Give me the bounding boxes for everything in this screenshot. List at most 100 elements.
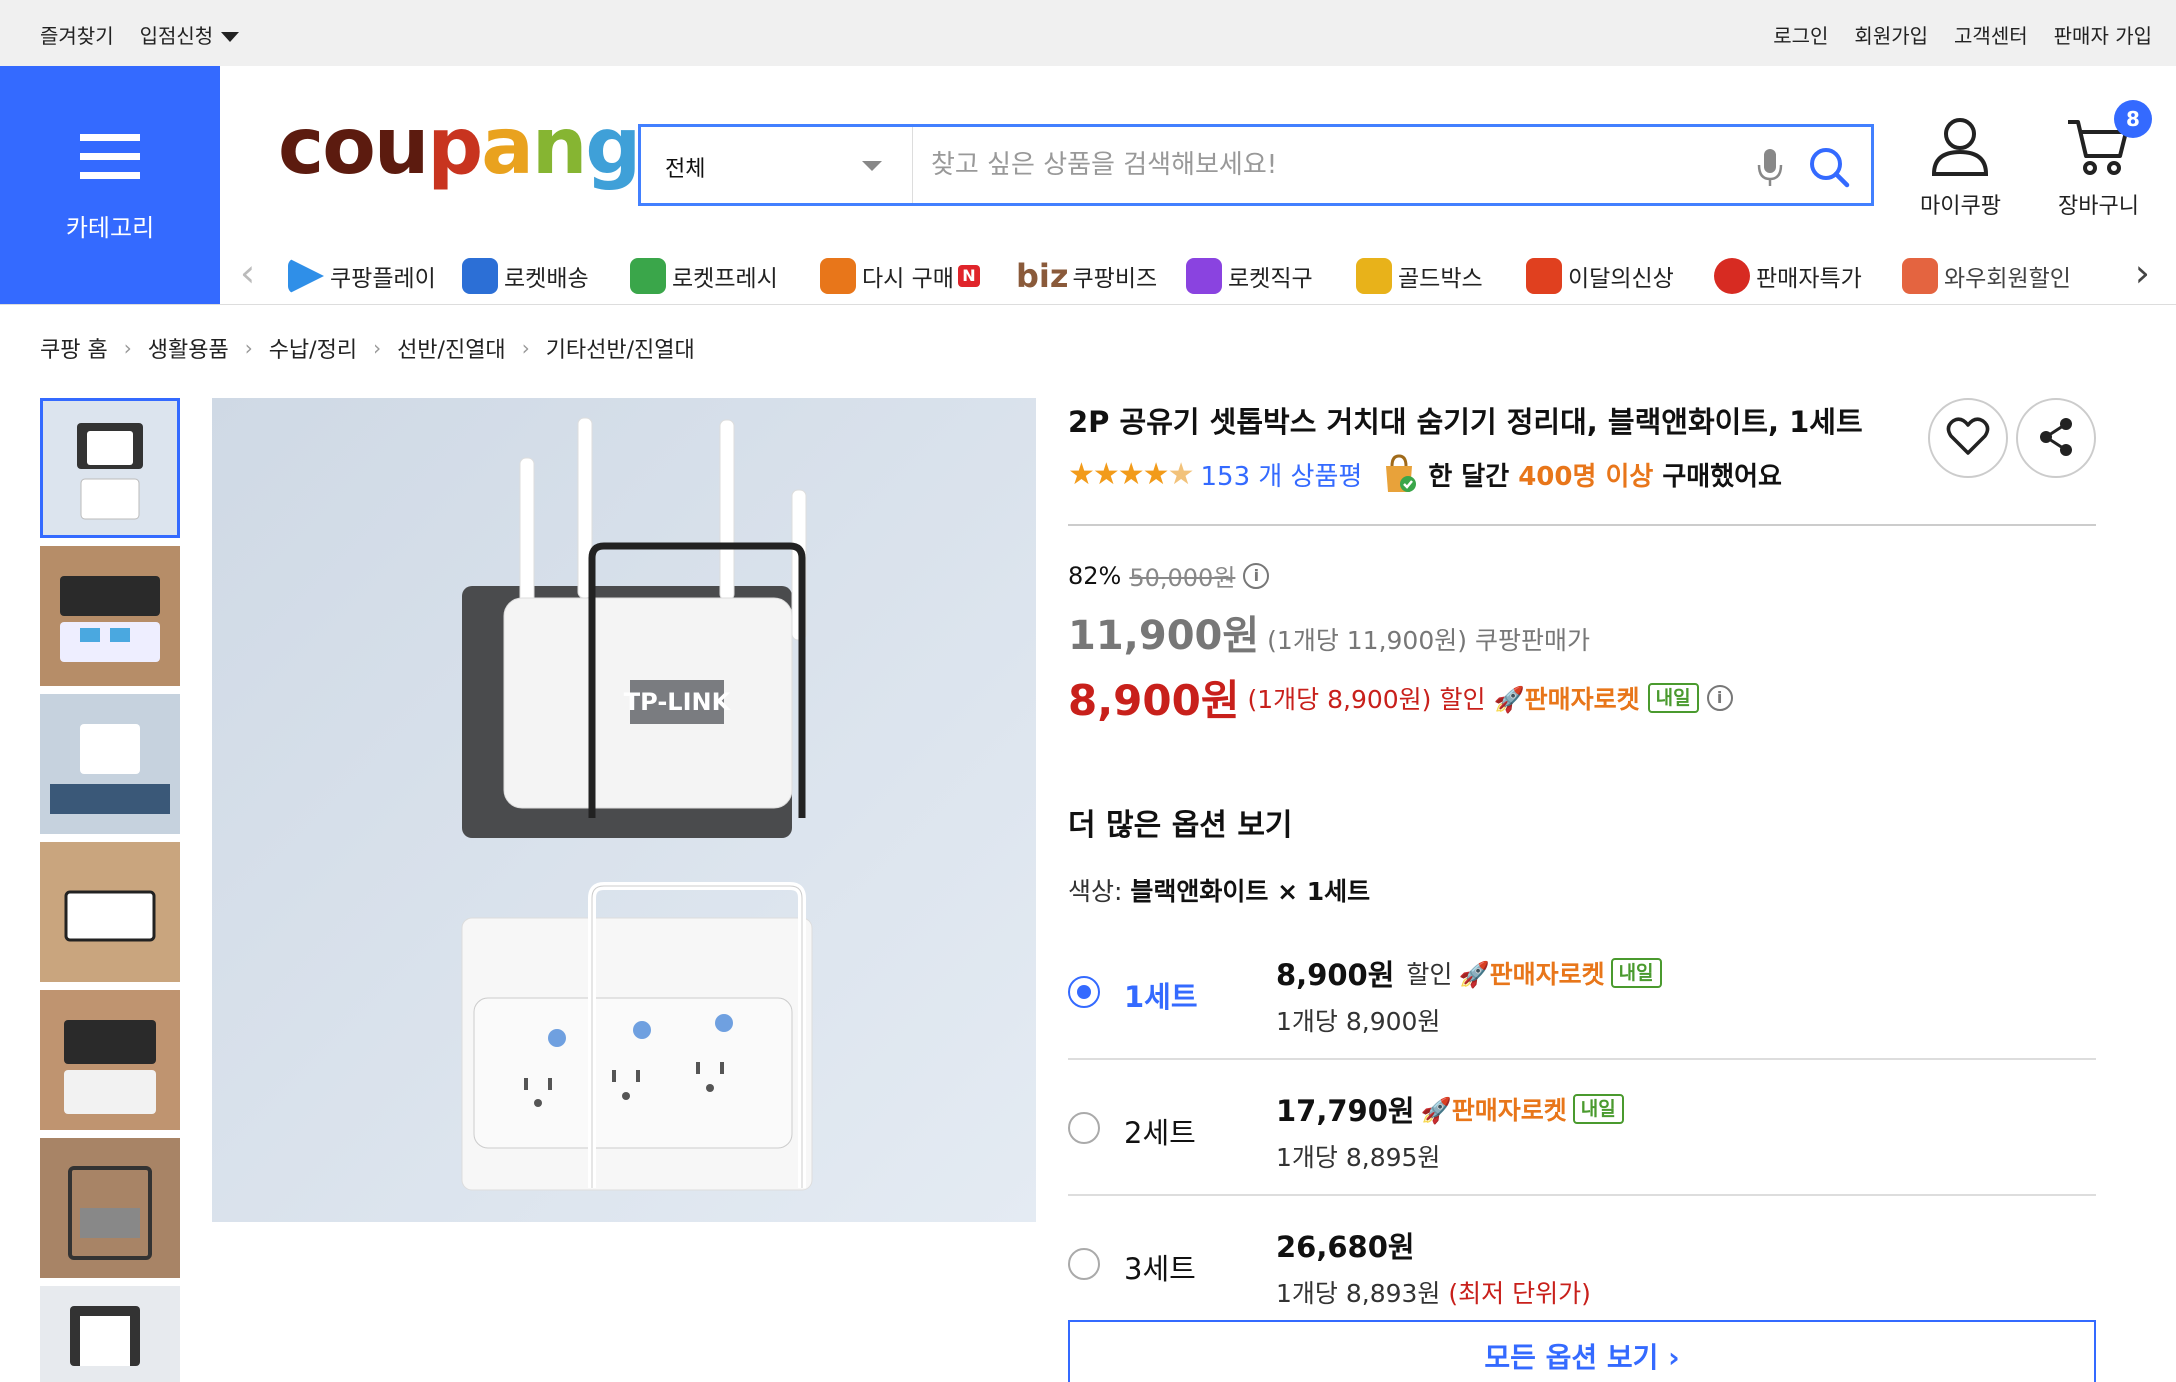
info-icon[interactable]: i (1243, 562, 1270, 589)
sale-unit-price: (1개당 8,900원) (1247, 684, 1432, 714)
catnav-item[interactable]: 판매자특가 (1714, 256, 1902, 296)
catnav-item-label: 쿠팡플레이 (330, 266, 436, 292)
breadcrumb-item[interactable]: 선반/진열대 (397, 332, 506, 364)
search-bar: 전체 (638, 124, 1874, 206)
thumbnail[interactable] (40, 694, 180, 834)
catnav-item[interactable]: 로켓직구 (1186, 256, 1356, 296)
percent-icon (1714, 258, 1750, 294)
thumbnail[interactable] (40, 1286, 180, 1382)
delivery-tomorrow-badge: 내일 (1572, 1094, 1624, 1124)
catnav-item[interactable]: 이달의신상 (1526, 256, 1714, 296)
catnav-item-label: 로켓직구 (1228, 266, 1313, 292)
rocket-icon: 🚀 (1493, 684, 1525, 714)
option-price: 17,790원 🚀판매자로켓 내일 (1276, 1088, 1624, 1130)
product-info: 2P 공유기 셋톱박스 거치대 숨기기 정리대, 블랙앤화이트, 1세트 ★★★… (1068, 398, 2096, 1332)
option-row[interactable]: 1세트 8,900원 할인 🚀판매자로켓 내일 1개당 8,900원 (1068, 924, 2096, 1060)
signup-link[interactable]: 회원가입 (1854, 20, 1928, 49)
my-coupang-label: 마이쿠팡 (1920, 194, 2001, 219)
coupang-logo[interactable]: coupang (278, 108, 641, 186)
catnav-item[interactable]: 로켓배송 (462, 256, 630, 296)
rocket-direct-icon (1186, 258, 1222, 294)
review-count-link[interactable]: 153 개 상품평 (1200, 456, 1362, 493)
my-coupang-button[interactable]: 마이쿠팡 (1920, 116, 2001, 220)
catnav-item[interactable]: 와우회원할인 (1902, 256, 2102, 296)
category-menu-button[interactable]: 카테고리 (0, 66, 220, 304)
option-row[interactable]: 3세트 26,680원 1개당 8,893원 (최저 단위가) (1068, 1196, 2096, 1332)
lowest-unit-price-label: (최저 단위가) (1448, 1279, 1591, 1308)
catnav-item-label: 골드박스 (1398, 266, 1483, 292)
thumbnail[interactable] (40, 1138, 180, 1278)
chevron-right-icon: › (123, 336, 132, 360)
chevron-right-icon: › (521, 336, 530, 360)
hamburger-icon (80, 134, 140, 180)
catnav-item[interactable]: 골드박스 (1356, 256, 1526, 296)
goldbox-icon (1356, 258, 1392, 294)
search-category-select[interactable]: 전체 (641, 127, 913, 203)
wow-icon (1902, 258, 1938, 294)
support-link[interactable]: 고객센터 (1954, 20, 2028, 49)
thumbnail-list (40, 398, 180, 1382)
login-link[interactable]: 로그인 (1773, 20, 1828, 49)
thumbnail[interactable] (40, 990, 180, 1130)
partner-dropdown[interactable]: 입점신청 (140, 20, 240, 49)
cart-label: 장바구니 (2058, 194, 2139, 219)
price-block: 82% 50,000원 i 11,900원 (1개당 11,900원) 쿠팡판매… (1068, 558, 2096, 728)
sale-price: 8,900원 (1068, 676, 1240, 725)
search-icon[interactable] (1807, 145, 1851, 189)
catnav-item-label: 로켓배송 (504, 266, 589, 292)
breadcrumb-item[interactable]: 수납/정리 (269, 332, 357, 364)
category-nav: ‹ 쿠팡플레이 로켓배송 로켓프레시 다시 구매 Nbiz 쿠팡비즈 로켓직구 골드박스 이달의… (220, 246, 2176, 304)
catnav-item-label: 쿠팡비즈 (1072, 266, 1158, 292)
rocket-icon (462, 258, 498, 294)
microphone-icon[interactable] (1755, 147, 1785, 187)
chevron-left-icon[interactable]: ‹ (240, 254, 255, 292)
info-icon[interactable]: i (1706, 684, 1733, 711)
thumbnail[interactable] (40, 398, 180, 538)
thumbnail[interactable] (40, 842, 180, 982)
option-name: 3세트 (1124, 1252, 1196, 1286)
rocket-fresh-icon (630, 258, 666, 294)
breadcrumb-item[interactable]: 쿠팡 홈 (40, 332, 108, 364)
seller-signup-link[interactable]: 판매자 가입 (2054, 20, 2152, 49)
catnav-item-label: 이달의신상 (1568, 266, 1674, 292)
option-radio[interactable] (1068, 1112, 1100, 1144)
chevron-down-icon (862, 161, 882, 171)
catnav-item[interactable]: 로켓프레시 (630, 256, 820, 296)
biz-icon: biz (1016, 257, 1069, 295)
thumbnail[interactable] (40, 546, 180, 686)
coupang-price: 11,900원 (1068, 613, 1260, 659)
chevron-down-icon (221, 31, 240, 42)
divider (1068, 524, 2096, 526)
purchase-count-text: 한 달간 400명 이상 구매했어요 (1428, 461, 1782, 492)
coupang-price-label: 쿠팡판매가 (1475, 626, 1591, 655)
star-rating-icon: ★★★★★ (1068, 456, 1194, 492)
option-price: 8,900원 할인 🚀판매자로켓 내일 (1276, 952, 1662, 994)
catnav-item[interactable]: 다시 구매 N (820, 256, 1016, 296)
category-nav-items: 쿠팡플레이 로켓배송 로켓프레시 다시 구매 Nbiz 쿠팡비즈 로켓직구 골드박스 이달의신상… (288, 256, 2102, 296)
catnav-item[interactable]: biz 쿠팡비즈 (1016, 256, 1186, 296)
option-row[interactable]: 2세트 17,790원 🚀판매자로켓 내일 1개당 8,895원 (1068, 1060, 2096, 1196)
new-badge: N (957, 265, 980, 287)
selected-color-line: 색상: 블랙앤화이트 × 1세트 (1068, 877, 1371, 906)
wishlist-button[interactable] (1928, 398, 2008, 478)
catnav-item[interactable]: 쿠팡플레이 (288, 256, 462, 296)
delivery-tomorrow-badge: 내일 (1610, 958, 1662, 988)
delivery-tomorrow-badge: 내일 (1647, 682, 1699, 713)
breadcrumb-item[interactable]: 생활용품 (148, 332, 229, 364)
new-icon (1526, 258, 1562, 294)
option-radio[interactable] (1068, 1248, 1100, 1280)
breadcrumb-item[interactable]: 기타선반/진열대 (546, 332, 695, 364)
all-options-button[interactable]: 모든 옵션 보기 › (1068, 1320, 2096, 1382)
search-input[interactable] (931, 141, 1751, 189)
catnav-item-label: 와우회원할인 (1944, 266, 2071, 292)
original-price: 50,000원 (1129, 564, 1236, 592)
chevron-right-icon: › (373, 336, 382, 360)
seller-rocket-badge: 🚀판매자로켓 (1420, 1096, 1567, 1125)
product-main-image[interactable]: TP-LINK (212, 398, 1036, 1222)
option-radio[interactable] (1068, 976, 1100, 1008)
favorites-link[interactable]: 즐겨찾기 (40, 20, 114, 49)
play-icon (288, 258, 324, 294)
share-button[interactable] (2016, 398, 2096, 478)
seller-rocket-badge: 🚀판매자로켓 (1458, 960, 1605, 989)
chevron-right-icon[interactable]: › (2135, 254, 2150, 292)
